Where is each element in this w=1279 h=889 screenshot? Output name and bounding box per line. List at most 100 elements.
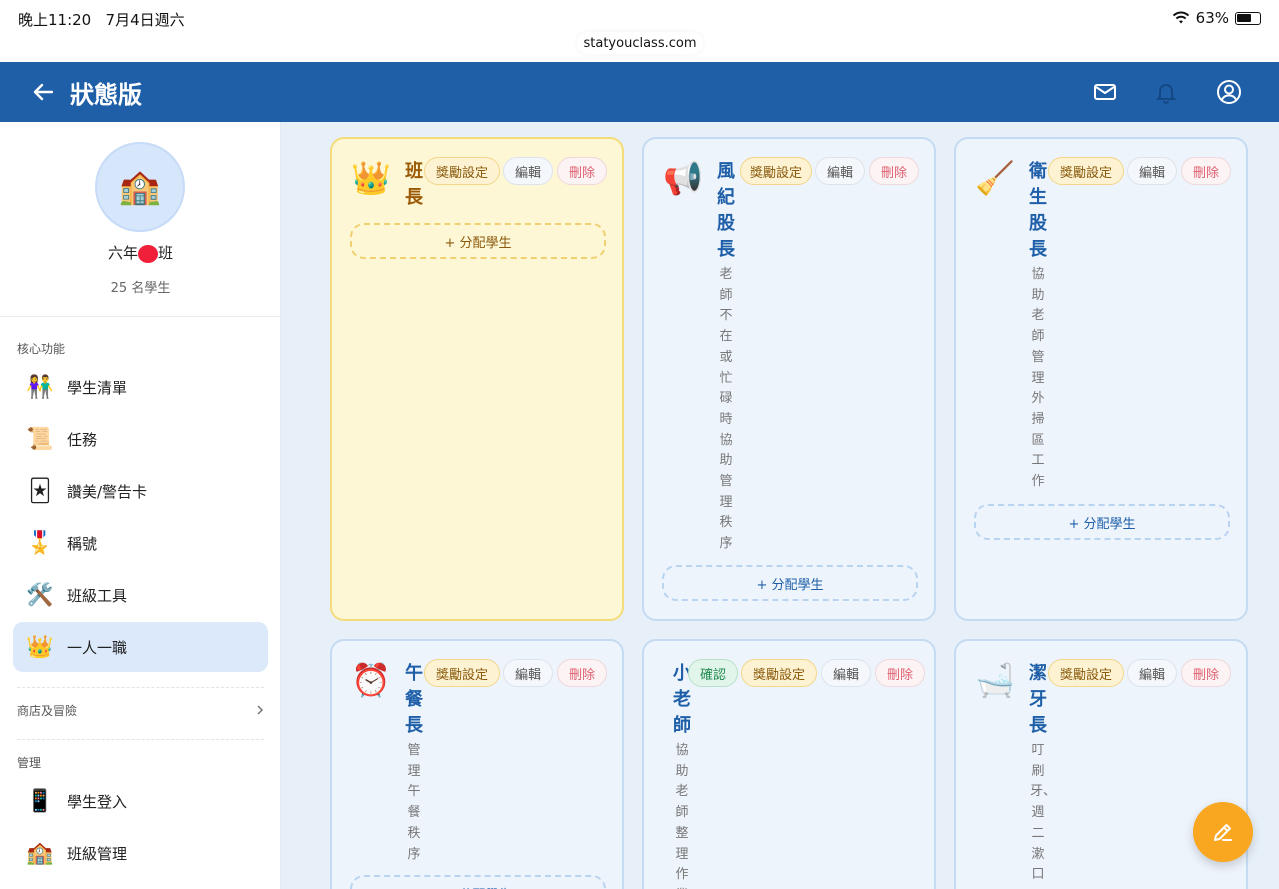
section-shop-toggle[interactable]: 商店及冒險 <box>17 700 264 720</box>
status-indicators: 63% <box>1172 9 1261 27</box>
role-title-char: 紀 <box>717 187 735 208</box>
status-time: 晚上11:20 <box>18 11 92 29</box>
broom-icon: 🧹 <box>975 159 1015 197</box>
role-title-char: 長 <box>1029 715 1047 736</box>
role-title-char: 餐 <box>405 689 423 710</box>
role-desc-char: 整 <box>675 825 689 841</box>
edit-button[interactable]: 編輯 <box>1127 659 1177 687</box>
role-title: 風 紀 股 長 <box>716 159 736 263</box>
section-divider <box>17 739 264 740</box>
reward-settings-button[interactable]: 獎勵設定 <box>1048 659 1124 687</box>
sidebar-item-tasks[interactable]: 📜 任務 <box>13 414 268 464</box>
role-desc-char: 碌 <box>719 391 733 407</box>
crown-icon: 👑 <box>351 159 391 197</box>
delete-button[interactable]: 刪除 <box>869 157 919 185</box>
role-desc-char: 老 <box>1031 308 1045 324</box>
alarm-clock-icon: ⏰ <box>351 661 391 699</box>
role-desc-char: 或 <box>719 349 733 365</box>
role-description: 叮 刷 牙、 週 二 漱 口 <box>1030 741 1057 886</box>
role-desc-char: 師 <box>675 805 689 821</box>
reward-settings-button[interactable]: 獎勵設定 <box>424 659 500 687</box>
role-title-char: 生 <box>1029 187 1047 208</box>
role-desc-char: 忙 <box>719 370 733 386</box>
bathtub-icon: 🛁 <box>975 661 1015 699</box>
role-desc-char: 管 <box>407 743 421 758</box>
school-icon: 🏫 <box>118 167 162 207</box>
sidebar-item-label: 讚美/警告卡 <box>67 482 148 501</box>
role-desc-char: 協 <box>719 432 733 448</box>
role-desc-char: 掃 <box>1031 411 1045 427</box>
delete-button[interactable]: 刪除 <box>1181 157 1231 185</box>
back-button[interactable] <box>30 78 56 106</box>
pencil-icon <box>1214 824 1232 841</box>
assign-students-button[interactable]: + 分配學生 <box>974 504 1230 540</box>
edit-button[interactable]: 編輯 <box>815 157 865 185</box>
role-title-char: 長 <box>405 715 423 736</box>
delete-button[interactable]: 刪除 <box>557 157 607 185</box>
edit-button[interactable]: 編輯 <box>821 659 871 687</box>
sidebar-item-jobs[interactable]: 👑 一人一職 <box>13 622 268 672</box>
role-desc-char: 不 <box>719 308 733 324</box>
role-desc-char: 秩 <box>407 825 421 841</box>
reward-settings-button[interactable]: 獎勵設定 <box>424 157 500 185</box>
job-card: 👑 班 長 獎勵設定 編輯 刪除 + 分配學生 <box>330 137 624 621</box>
megaphone-icon: 📢 <box>663 159 703 197</box>
sidebar-item-cards[interactable]: 🃏 讚美/警告卡 <box>13 466 268 516</box>
sidebar-item-label: 班級管理 <box>67 844 128 863</box>
students-icon: 👫 <box>26 374 54 400</box>
crown-badge-icon: 👑 <box>26 634 54 660</box>
role-desc-char: 外 <box>1031 391 1045 407</box>
job-card: 📢 風 紀 股 長 老 師 不 在 或 忙 碌 時 協 助 管 理 秩 序 獎勵… <box>642 137 936 621</box>
role-desc-char: 作 <box>1031 474 1045 490</box>
role-desc-char: 工 <box>1031 453 1045 469</box>
sidebar: 🏫 六年 班 25 名學生 核心功能 👫 學生清單 📜 任務 🃏 讚美/警告卡 🎖… <box>0 122 281 889</box>
role-title-char: 衛 <box>1029 161 1047 182</box>
delete-button[interactable]: 刪除 <box>875 659 925 687</box>
sidebar-item-titles[interactable]: 🎖️ 稱號 <box>13 518 268 568</box>
sidebar-item-student-list[interactable]: 👫 學生清單 <box>13 362 268 412</box>
role-desc-char: 老 <box>719 267 733 282</box>
role-desc-char: 秩 <box>719 515 733 531</box>
school-building-icon: 🏫 <box>26 840 54 866</box>
reward-settings-button[interactable]: 獎勵設定 <box>1048 157 1124 185</box>
role-desc-char: 理 <box>407 763 421 779</box>
job-card: 🧹 衛 生 股 長 協 助 老 師 管 理 外 掃 區 工 作 獎勵設定 編輯 … <box>954 137 1248 621</box>
status-bar: 晚上11:20 7月4日週六 63% statyouclass.com <box>0 0 1279 62</box>
reward-settings-button[interactable]: 獎勵設定 <box>740 157 812 185</box>
account-button[interactable] <box>1215 78 1243 106</box>
status-date: 7月4日週六 <box>105 11 185 29</box>
delete-button[interactable]: 刪除 <box>557 659 607 687</box>
reward-settings-button[interactable]: 獎勵設定 <box>741 659 817 687</box>
assign-students-button[interactable]: + 分配學生 <box>662 565 918 601</box>
role-title-char: 長 <box>717 239 735 260</box>
top-bar: 狀態版 <box>0 62 1279 122</box>
role-desc-char: 序 <box>719 536 733 552</box>
role-desc-char: 牙、 <box>1030 784 1057 800</box>
class-avatar: 🏫 <box>95 142 185 232</box>
role-title: 午 餐 長 <box>404 661 424 739</box>
edit-button[interactable]: 編輯 <box>1127 157 1177 185</box>
status-time-date: 晚上11:20 7月4日週六 <box>18 9 185 30</box>
medal-icon: 🎖️ <box>26 530 54 556</box>
mail-button[interactable] <box>1091 78 1119 106</box>
role-desc-char: 序 <box>407 846 421 862</box>
sidebar-item-class-management[interactable]: 🏫 班級管理 <box>13 828 268 878</box>
role-title-char: 牙 <box>1029 689 1047 710</box>
compose-fab-button[interactable] <box>1193 802 1253 862</box>
section-manage-label: 管理 <box>17 756 42 770</box>
sidebar-item-student-login[interactable]: 📱 學生登入 <box>13 776 268 826</box>
role-desc-char: 助 <box>675 763 689 779</box>
edit-button[interactable]: 編輯 <box>503 157 553 185</box>
sidebar-item-label: 學生登入 <box>67 792 128 811</box>
sidebar-item-class-tools[interactable]: 🛠️ 班級工具 <box>13 570 268 620</box>
assign-students-button[interactable]: + 分配學生 <box>350 875 606 889</box>
confirm-button[interactable]: 確認 <box>688 659 738 687</box>
url-bar[interactable]: statyouclass.com <box>577 32 703 54</box>
bell-icon <box>1155 84 1177 104</box>
delete-button[interactable]: 刪除 <box>1181 659 1231 687</box>
edit-button[interactable]: 編輯 <box>503 659 553 687</box>
assign-students-button[interactable]: + 分配學生 <box>350 223 606 259</box>
role-title-char: 班 <box>405 161 423 182</box>
notification-button[interactable] <box>1152 78 1180 106</box>
role-title-char: 長 <box>405 187 423 208</box>
